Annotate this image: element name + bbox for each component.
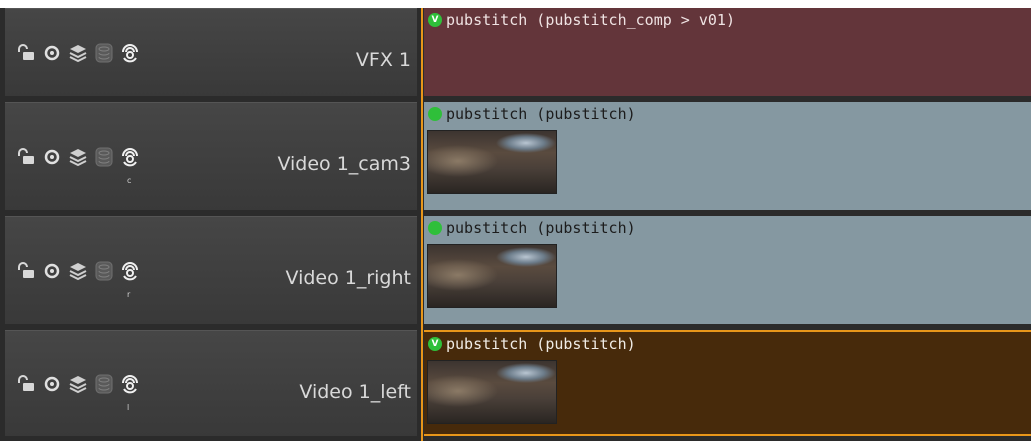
clip[interactable]: pubstitch (pubstitch) [424, 216, 1031, 324]
track-name: Video 1_right [285, 267, 411, 289]
playhead[interactable] [421, 8, 423, 441]
clip-title: pubstitch (pubstitch) [428, 219, 636, 237]
clip[interactable]: V pubstitch (pubstitch_comp > v01) [424, 8, 1031, 96]
database-icon[interactable] [93, 42, 115, 64]
clip-title: pubstitch (pubstitch) [428, 105, 636, 123]
layers-icon[interactable] [67, 373, 89, 395]
eye-icon[interactable] [41, 260, 63, 282]
track-header[interactable]: r Video 1_right [5, 216, 417, 324]
clip-label: pubstitch (pubstitch) [446, 335, 636, 353]
layers-icon[interactable] [67, 146, 89, 168]
database-icon[interactable] [93, 146, 115, 168]
audio-target-icon[interactable]: r [119, 260, 141, 299]
track-video-1-left: l Video 1_left V pubstitch (pubstitch) [0, 330, 1031, 436]
lock-icon[interactable] [15, 373, 37, 395]
clip-title: V pubstitch (pubstitch) [428, 335, 636, 353]
track-header[interactable]: VFX 1 [5, 8, 417, 96]
track-video-1-right: r Video 1_right pubstitch (pubstitch) [0, 216, 1031, 324]
track-video-1-cam3: c Video 1_cam3 pubstitch (pubstitch) [0, 102, 1031, 210]
timeline-panel: VFX 1 V pubstitch (pubstitch_comp > v01) [0, 8, 1031, 441]
eye-icon[interactable] [41, 373, 63, 395]
track-vfx-1: VFX 1 V pubstitch (pubstitch_comp > v01) [0, 8, 1031, 96]
clip-label: pubstitch (pubstitch) [446, 219, 636, 237]
clip-label: pubstitch (pubstitch) [446, 105, 636, 123]
clip-thumbnail [427, 244, 557, 308]
track-name: VFX 1 [355, 49, 411, 71]
track-header[interactable]: l Video 1_left [5, 330, 417, 436]
version-status-icon: V [428, 337, 442, 351]
clip-selected[interactable]: V pubstitch (pubstitch) [424, 330, 1031, 436]
eye-icon[interactable] [41, 146, 63, 168]
audio-target-icon[interactable]: l [119, 373, 141, 412]
lock-icon[interactable] [15, 42, 37, 64]
layers-icon[interactable] [67, 42, 89, 64]
version-status-icon: V [428, 13, 442, 27]
clip-title: V pubstitch (pubstitch_comp > v01) [428, 11, 735, 29]
clip-thumbnail [427, 130, 557, 194]
audio-target-icon[interactable]: c [119, 146, 141, 185]
lock-icon[interactable] [15, 146, 37, 168]
eye-icon[interactable] [41, 42, 63, 64]
clip-label: pubstitch (pubstitch_comp > v01) [446, 11, 735, 29]
track-header[interactable]: c Video 1_cam3 [5, 102, 417, 210]
database-icon[interactable] [93, 373, 115, 395]
clip-thumbnail [427, 360, 557, 424]
track-name: Video 1_cam3 [277, 153, 411, 175]
lock-icon[interactable] [15, 260, 37, 282]
track-id-letter: l [127, 402, 130, 412]
status-icon [428, 221, 442, 235]
status-icon [428, 107, 442, 121]
track-name: Video 1_left [299, 381, 411, 403]
clip[interactable]: pubstitch (pubstitch) [424, 102, 1031, 210]
layers-icon[interactable] [67, 260, 89, 282]
database-icon[interactable] [93, 260, 115, 282]
track-id-letter: r [127, 289, 131, 299]
track-id-letter: c [127, 175, 132, 185]
audio-target-icon[interactable] [119, 42, 141, 64]
